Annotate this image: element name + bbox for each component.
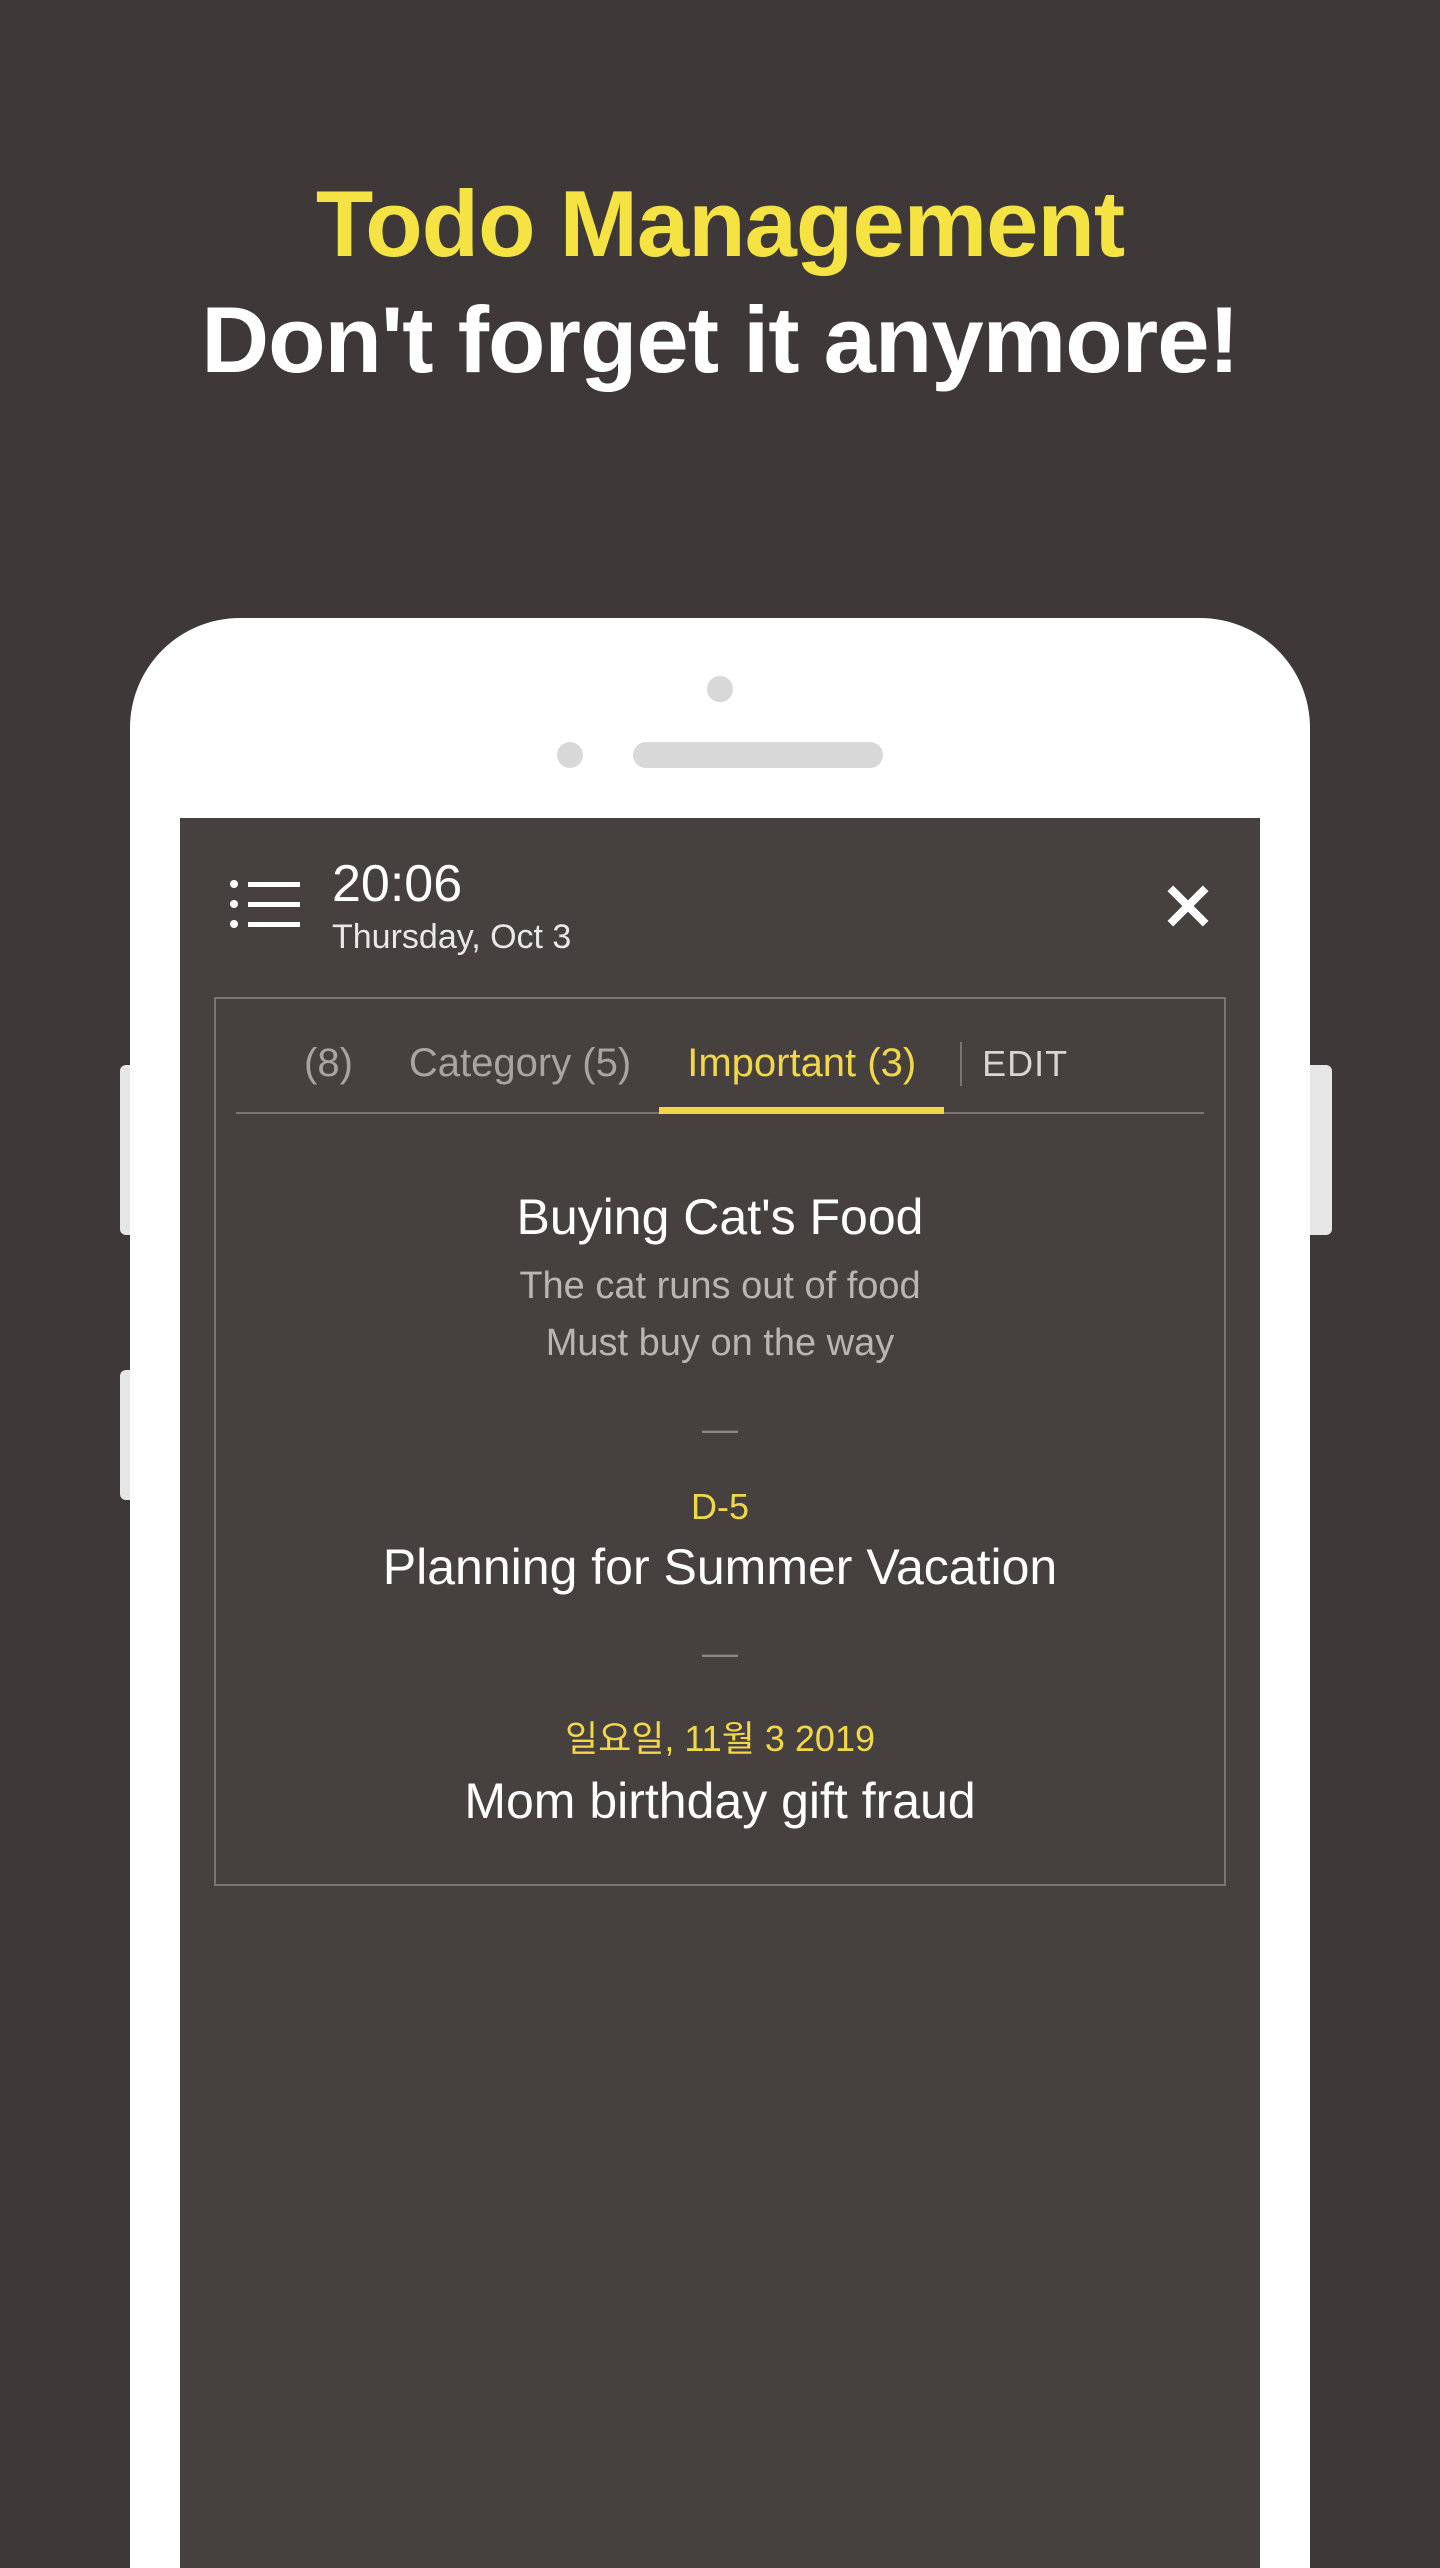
phone-speaker-icon bbox=[633, 742, 883, 768]
edit-button[interactable]: EDIT bbox=[970, 1027, 1080, 1111]
todo-date: 일요일, 11월 3 2019 bbox=[256, 1710, 1184, 1762]
widget-container: (8) Category (5) Important (3) EDIT Buyi… bbox=[214, 997, 1226, 1886]
list-menu-icon[interactable] bbox=[230, 878, 300, 934]
todo-title: Planning for Summer Vacation bbox=[256, 1538, 1184, 1596]
divider: — bbox=[256, 1408, 1184, 1450]
phone-camera-icon bbox=[707, 676, 733, 702]
background-decoration bbox=[1310, 1065, 1332, 1235]
divider: — bbox=[256, 1632, 1184, 1674]
todo-countdown-badge: D-5 bbox=[256, 1486, 1184, 1528]
phone-screen: 20:06 Thursday, Oct 3 (8) Category (5) I… bbox=[180, 818, 1260, 2568]
todo-item[interactable]: D-5 Planning for Summer Vacation bbox=[256, 1472, 1184, 1610]
todo-title: Buying Cat's Food bbox=[256, 1188, 1184, 1246]
marketing-header: Todo Management Don't forget it anymore! bbox=[0, 0, 1440, 394]
marketing-subtitle: Don't forget it anymore! bbox=[0, 286, 1440, 394]
todo-list: Buying Cat's Food The cat runs out of fo… bbox=[216, 1114, 1224, 1884]
tab-category[interactable]: Category (5) bbox=[381, 1025, 659, 1112]
todo-description: The cat runs out of foodMust buy on the … bbox=[256, 1258, 1184, 1372]
phone-frame: 20:06 Thursday, Oct 3 (8) Category (5) I… bbox=[130, 618, 1310, 2568]
todo-title: Mom birthday gift fraud bbox=[256, 1772, 1184, 1830]
tab-separator bbox=[960, 1042, 962, 1086]
time-text: 20:06 bbox=[332, 854, 1166, 914]
todo-item[interactable]: Buying Cat's Food The cat runs out of fo… bbox=[256, 1174, 1184, 1386]
tabs-row: (8) Category (5) Important (3) EDIT bbox=[236, 999, 1204, 1114]
close-icon[interactable] bbox=[1166, 884, 1210, 928]
marketing-title: Todo Management bbox=[0, 170, 1440, 278]
app-header: 20:06 Thursday, Oct 3 bbox=[180, 818, 1260, 985]
date-text: Thursday, Oct 3 bbox=[332, 918, 1166, 957]
tab-important[interactable]: Important (3) bbox=[659, 1025, 944, 1112]
tab-all[interactable]: (8) bbox=[276, 1025, 381, 1112]
phone-notch bbox=[130, 648, 1310, 818]
todo-item[interactable]: 일요일, 11월 3 2019 Mom birthday gift fraud bbox=[256, 1696, 1184, 1844]
time-block: 20:06 Thursday, Oct 3 bbox=[332, 854, 1166, 957]
phone-sensor-icon bbox=[557, 742, 583, 768]
